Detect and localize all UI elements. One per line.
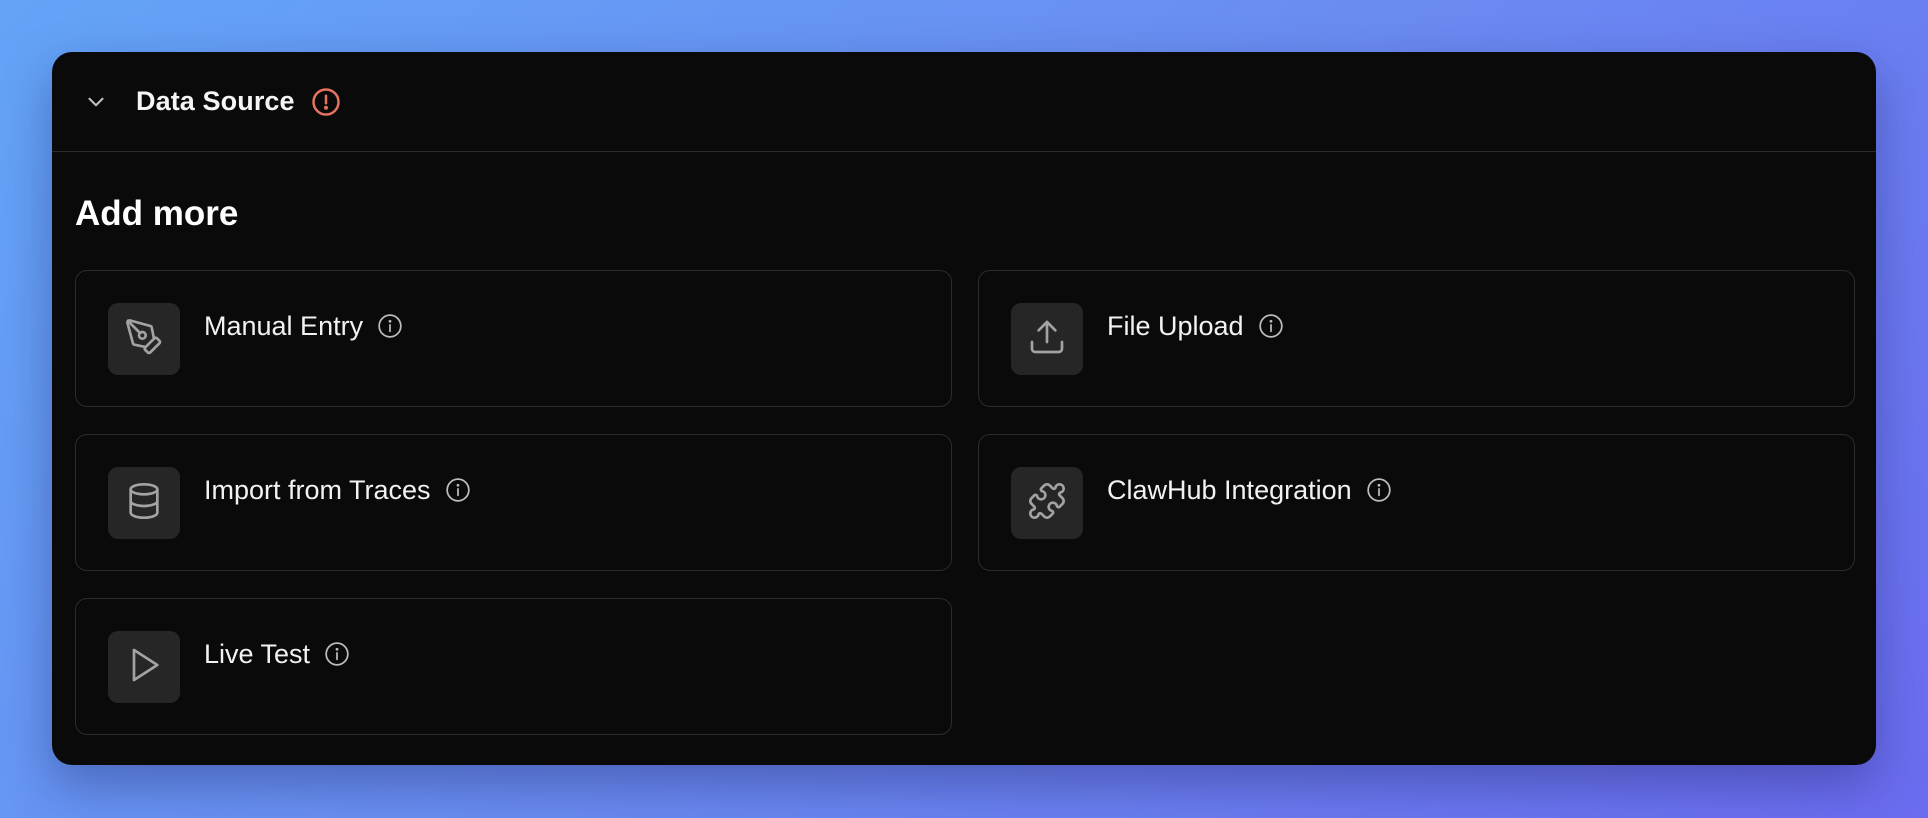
data-source-panel: Data Source Add more Manual Entry File U…: [52, 52, 1876, 765]
panel-header[interactable]: Data Source: [52, 52, 1876, 152]
source-card-file-upload[interactable]: File Upload: [978, 270, 1855, 407]
source-card-import-from-traces[interactable]: Import from Traces: [75, 434, 952, 571]
upload-icon: [1027, 317, 1067, 362]
play-icon: [124, 645, 164, 690]
info-icon[interactable]: [1365, 476, 1393, 504]
info-icon[interactable]: [444, 476, 472, 504]
puzzle-icon: [1027, 481, 1067, 526]
chevron-down-icon[interactable]: [78, 84, 114, 120]
info-icon[interactable]: [323, 640, 351, 668]
source-card-clawhub-integration[interactable]: ClawHub Integration: [978, 434, 1855, 571]
card-title: Live Test: [204, 638, 311, 669]
database-icon: [124, 481, 164, 526]
card-title-row: Manual Entry: [204, 308, 404, 344]
panel-title: Data Source: [136, 86, 295, 116]
pen-tool-icon: [124, 317, 164, 362]
icon-box: [1011, 467, 1083, 539]
panel-body: Add more Manual Entry File Upload Import…: [52, 192, 1876, 735]
alert-circle-icon: [310, 86, 342, 118]
source-card-manual-entry[interactable]: Manual Entry: [75, 270, 952, 407]
icon-box: [108, 631, 180, 703]
card-title: Manual Entry: [204, 310, 364, 341]
card-title-row: File Upload: [1107, 308, 1285, 344]
card-title-row: Import from Traces: [204, 472, 472, 508]
section-title: Add more: [75, 194, 239, 233]
card-title-row: ClawHub Integration: [1107, 472, 1393, 508]
info-icon[interactable]: [376, 312, 404, 340]
card-title: File Upload: [1107, 310, 1244, 341]
card-title: ClawHub Integration: [1107, 474, 1352, 505]
icon-box: [108, 303, 180, 375]
icon-box: [1011, 303, 1083, 375]
card-title-row: Live Test: [204, 636, 351, 672]
card-title: Import from Traces: [204, 474, 431, 505]
icon-box: [108, 467, 180, 539]
info-icon[interactable]: [1257, 312, 1285, 340]
source-card-live-test[interactable]: Live Test: [75, 598, 952, 735]
